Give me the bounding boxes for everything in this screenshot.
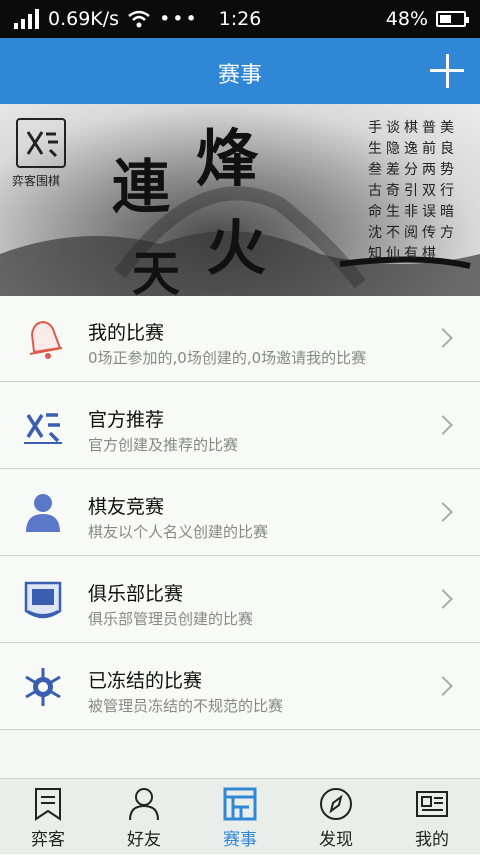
calligraphy-char: 連 — [112, 153, 171, 221]
tab-friends[interactable]: 好友 — [96, 779, 192, 855]
battery-icon — [436, 11, 469, 27]
tab-label: 好友 — [127, 830, 161, 850]
list-item-title: 棋友竞赛 — [88, 496, 165, 518]
list-item-title: 我的比赛 — [88, 322, 165, 344]
status-bar: 0.69K/s ••• 1:26 48% — [0, 0, 480, 38]
list-item-frozen-events[interactable]: 已冻结的比赛 被管理员冻结的不规范的比赛 — [0, 644, 480, 730]
compass-icon — [320, 788, 352, 820]
calligraphy-char: 天 — [132, 246, 181, 296]
list-item-subtitle: 俱乐部管理员创建的比赛 — [88, 610, 254, 628]
chevron-right-icon — [433, 676, 453, 696]
page-title: 赛事 — [217, 63, 262, 88]
person-icon — [129, 788, 159, 821]
tab-mine[interactable]: 我的 — [384, 779, 480, 855]
logo-caption: 弈客围棋 — [12, 174, 61, 188]
chevron-right-icon — [433, 415, 453, 435]
list-item-subtitle: 棋友以个人名义创建的比赛 — [88, 523, 269, 541]
tab-discover[interactable]: 发现 — [288, 779, 384, 855]
app-bar: 赛事 — [0, 38, 480, 104]
bell-icon — [29, 320, 63, 359]
tab-label: 我的 — [415, 830, 449, 850]
list-item-official-recommend[interactable]: 官方推荐 官方创建及推荐的比赛 — [0, 383, 480, 469]
add-event-button[interactable] — [430, 54, 464, 88]
bottom-tab-bar: 弈客 好友 赛事 发现 我的 — [0, 778, 480, 854]
list-item-title: 已冻结的比赛 — [88, 670, 203, 692]
list-item-subtitle: 0场正参加的,0场创建的,0场邀请我的比赛 — [88, 349, 367, 367]
list-item-title: 俱乐部比赛 — [88, 583, 184, 605]
chevron-right-icon — [433, 502, 453, 522]
tab-label: 弈客 — [31, 830, 65, 850]
promo-banner[interactable]: 弈客围棋 烽 連 火 天 手谈棋普美生隐逸前良叁差分两势古奇引双行命生非误暗沈不… — [0, 104, 480, 296]
tab-label: 发现 — [319, 830, 353, 850]
chevron-right-icon — [433, 328, 453, 348]
chevron-right-icon — [433, 589, 453, 609]
list-item-club-events[interactable]: 俱乐部比赛 俱乐部管理员创建的比赛 — [0, 557, 480, 643]
list-item-subtitle: 被管理员冻结的不规范的比赛 — [88, 697, 284, 715]
calligraphy-char: 火 — [206, 214, 266, 284]
shield-icon — [24, 581, 62, 619]
banner-poem: 手谈棋普美生隐逸前良叁差分两势古奇引双行命生非误暗沈不阅传方知仙有棋 — [368, 120, 458, 262]
person-icon — [26, 494, 60, 532]
tab-label: 赛事 — [223, 830, 257, 850]
calligraphy-char: 烽 — [196, 122, 259, 195]
profile-card-icon — [416, 791, 448, 817]
tab-yike[interactable]: 弈客 — [0, 779, 96, 855]
battery-percent: 48% — [385, 8, 428, 30]
official-logo-icon — [24, 413, 62, 444]
list-item-friend-contests[interactable]: 棋友竞赛 棋友以个人名义创建的比赛 — [0, 470, 480, 556]
yike-logo — [16, 118, 66, 168]
list-item-my-events[interactable]: 我的比赛 0场正参加的,0场创建的,0场邀请我的比赛 — [0, 296, 480, 382]
snowflake-icon — [25, 668, 61, 706]
list-item-subtitle: 官方创建及推荐的比赛 — [88, 436, 239, 454]
tab-events[interactable]: 赛事 — [192, 779, 288, 855]
bookmark-icon — [35, 788, 61, 821]
list-item-title: 官方推荐 — [88, 409, 165, 431]
event-icon — [223, 787, 257, 821]
